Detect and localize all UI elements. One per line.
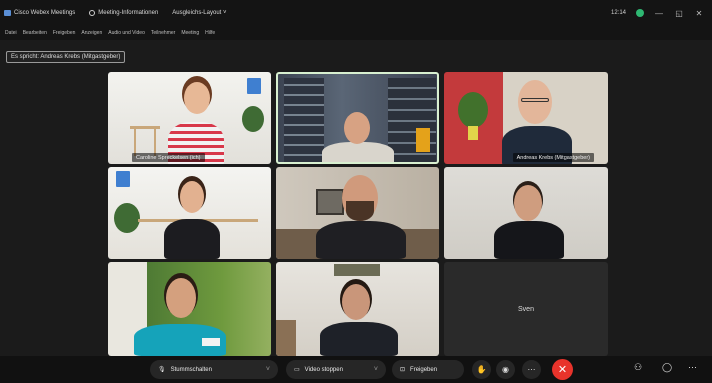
menu-item-help[interactable]: Hilfe [205,30,215,36]
chevron-down-icon: ˅ [223,10,227,16]
person-body [322,142,394,162]
meeting-info-label: Meeting-Informationen [98,10,159,16]
plant-icon [114,203,140,233]
person-head [184,82,210,114]
picture-frame-shape [334,264,380,276]
info-icon [89,10,96,16]
person-body [320,322,398,356]
close-icon: ✕ [557,364,568,376]
camera-icon: ▭ [294,367,300,373]
meeting-info-button[interactable]: Meeting-Informationen [89,10,158,16]
participant-tile[interactable] [276,167,439,259]
restore-button[interactable]: ◱ [674,9,684,18]
active-speaker-banner: Es spricht: Andreas Krebs (Mitgastgeber) [6,51,126,63]
video-button[interactable]: ▭ Video stoppen ˅ [286,360,386,379]
shelf-shape [276,320,296,356]
webex-icon [4,10,11,16]
meeting-clock: 12:14 [610,10,626,16]
participants-icon[interactable]: ⚇ [634,362,642,373]
vase-shape [468,126,478,140]
menu-item-participants[interactable]: Teilnehmer [151,30,175,36]
app-title-text: Cisco Webex Meetings [14,10,76,16]
person-head [166,278,196,318]
menu-item-file[interactable]: Datei [5,30,17,36]
participant-tile[interactable] [444,167,608,259]
share-label: Freigeben [410,366,438,373]
leave-meeting-button[interactable]: ✕ [552,359,573,380]
mute-label: Stummschalten [170,366,212,373]
video-label: Video stoppen [304,366,343,373]
participant-name: Sven [518,305,534,313]
menu-item-edit[interactable]: Bearbeiten [23,30,47,36]
menu-item-share[interactable]: Freigeben [53,30,76,36]
table-leg-shape [154,128,156,156]
table-leg-shape [134,128,136,156]
badge-shape [202,338,220,346]
logo-icon [247,78,261,94]
record-button[interactable]: ◉ [496,360,515,379]
plant-icon [458,92,488,128]
video-grid: Caroline Spreckelsen (ich) Andreas Krebs… [108,70,608,356]
close-button[interactable]: ✕ [694,9,704,18]
person-head [344,112,370,144]
person-head [180,181,204,213]
plant-icon [242,106,264,132]
mute-button[interactable]: 🎙 Stummschalten ˅ [150,360,278,379]
person-head [342,284,370,320]
person-body [316,221,406,259]
participant-name: Caroline Spreckelsen (ich) [132,153,205,162]
more-icon: ⋯ [527,365,536,374]
minimize-button[interactable]: — [654,9,664,18]
hand-icon: ✋ [476,365,487,374]
more-options-button[interactable]: ⋯ [522,360,541,379]
participant-tile[interactable]: Sven [444,262,608,356]
chevron-down-icon[interactable]: ˅ [266,366,270,373]
participant-name: Andreas Krebs (Mitgastgeber) [512,153,594,162]
share-icon: ⊡ [400,367,406,373]
chevron-down-icon[interactable]: ˅ [374,366,378,373]
shelving-shape [284,78,324,162]
picture-frame-shape [316,189,344,215]
person-body [494,221,564,259]
forklift-shape [416,128,430,152]
participant-tile[interactable] [276,262,439,356]
logo-icon [116,171,130,187]
menu-item-audio-video[interactable]: Audio und Video [108,30,145,36]
beard-shape [346,201,374,221]
more-icon[interactable]: ⋯ [688,362,697,373]
participant-tile[interactable]: Caroline Spreckelsen (ich) [108,72,271,164]
person-body [164,219,220,259]
meeting-toolbar: 🎙 Stummschalten ˅ ▭ Video stoppen ˅ ⊡ Fr… [0,356,712,383]
microphone-icon: 🎙 [158,367,166,373]
record-icon: ◉ [502,365,509,374]
title-bar: Cisco Webex Meetings Meeting-Information… [0,0,712,26]
glasses-shape [521,98,549,102]
app-title[interactable]: Cisco Webex Meetings [4,10,75,16]
title-bar-right: 12:14 — ◱ ✕ [611,0,704,26]
chat-icon[interactable]: ◯ [662,362,672,373]
reactions-button[interactable]: ✋ [472,360,491,379]
menu-bar: Datei Bearbeiten Freigeben Anzeigen Audi… [0,26,712,40]
layout-label: Ausgleichs-Layout [172,10,222,16]
menu-item-view[interactable]: Anzeigen [81,30,102,36]
participant-tile[interactable]: Andreas Krebs (Mitgastgeber) [444,72,608,164]
participant-tile[interactable] [276,72,439,164]
menu-item-meeting[interactable]: Meeting [181,30,199,36]
layout-selector[interactable]: Ausgleichs-Layout ˅ [172,10,226,16]
connection-status-icon [636,9,644,17]
person-head [514,185,542,221]
participant-tile[interactable] [108,262,271,356]
participant-tile[interactable] [108,167,271,259]
person-head [518,80,552,124]
share-button[interactable]: ⊡ Freigeben [392,360,464,379]
